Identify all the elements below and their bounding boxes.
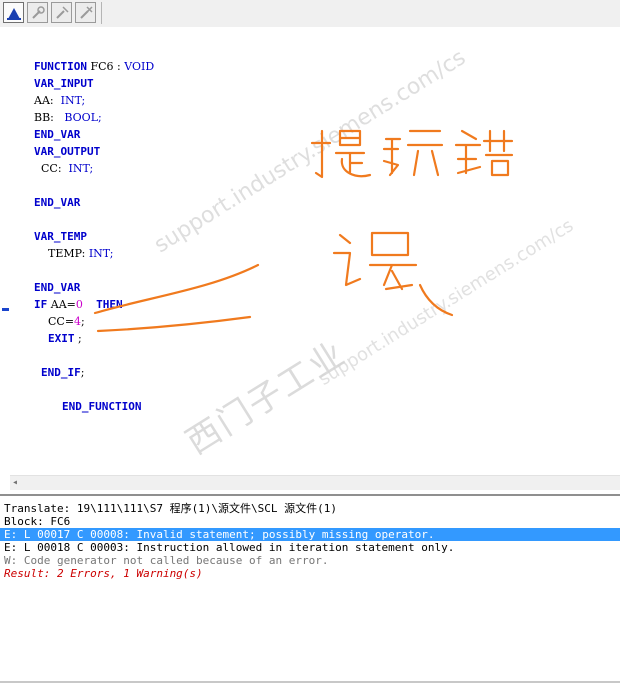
keyword: END_VAR: [34, 196, 81, 209]
var-name: TEMP:: [34, 247, 89, 260]
type-text: VOID: [124, 60, 155, 73]
scroll-left-icon[interactable]: ◂: [12, 477, 18, 488]
output-pane[interactable]: Translate: 19\111\111\S7 程序(1)\源文件\SCL 源…: [0, 494, 620, 683]
watermark-url-2: support.industry.siemens.com/cs: [315, 215, 578, 390]
keyword: END_FUNCTION: [62, 400, 142, 413]
type-text: INT;: [68, 162, 94, 175]
watermark-siemens-cn: 西门子工业: [179, 333, 354, 463]
keyword: EXIT: [48, 332, 75, 345]
output-error-line-selected[interactable]: E: L 00017 C 00008: Invalid statement; p…: [0, 528, 620, 541]
toolbar-button-3[interactable]: [51, 2, 72, 23]
keyword: THEN: [82, 298, 123, 311]
compile-icon: [7, 8, 21, 20]
horizontal-scrollbar[interactable]: ◂: [10, 475, 620, 490]
watermark-url: support.industry.siemens.com/cs: [150, 45, 471, 259]
output-result-line: Result: 2 Errors, 1 Warning(s): [4, 567, 203, 580]
output-error-line[interactable]: E: L 00018 C 00003: Instruction allowed …: [4, 541, 454, 554]
code-text: ;: [74, 332, 82, 345]
output-warning-line[interactable]: W: Code generator not called because of …: [4, 554, 329, 567]
tool-stop-icon: [80, 6, 93, 19]
var-name: CC:: [34, 162, 69, 175]
code-text: ;: [80, 366, 85, 379]
error-line-marker: [2, 308, 9, 311]
output-block-line: Block: FC6: [4, 515, 71, 528]
compile-button[interactable]: [3, 2, 24, 23]
tool-step-icon: [56, 6, 69, 19]
wrench-icon: [32, 6, 45, 19]
code-line-16: END_FUNCTION: [48, 386, 141, 428]
output-translate-line: Translate: 19\111\111\S7 程序(1)\源文件\SCL 源…: [4, 502, 338, 515]
toolbar-button-4[interactable]: [75, 2, 96, 23]
toolbar: [0, 0, 620, 28]
toolbar-button-2[interactable]: [27, 2, 48, 23]
code-editor[interactable]: support.industry.siemens.com/cs support.…: [0, 27, 620, 475]
keyword: END_IF: [41, 366, 81, 379]
toolbar-separator: [101, 2, 102, 24]
type-text: INT;: [88, 247, 114, 260]
